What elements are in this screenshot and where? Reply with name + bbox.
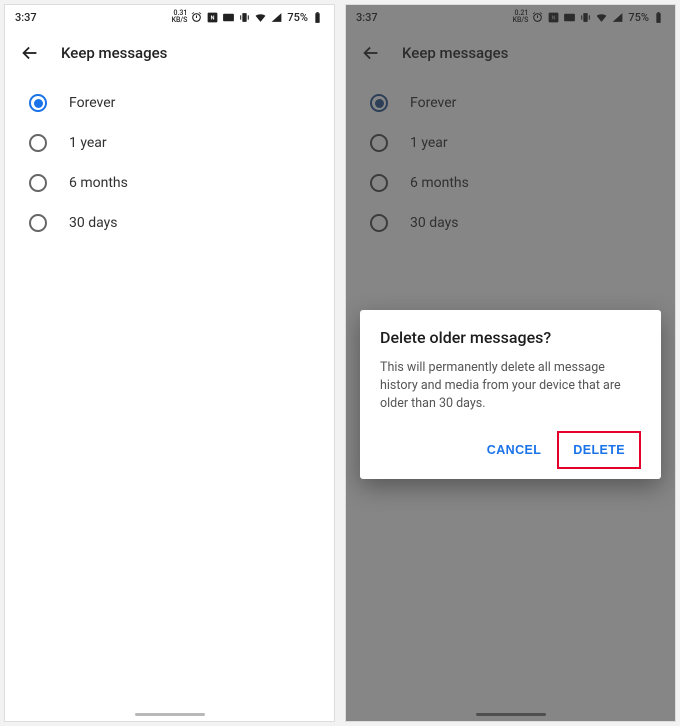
status-time: 3:37: [15, 11, 37, 24]
back-button[interactable]: [19, 42, 41, 64]
option-6-months[interactable]: 6 months: [5, 163, 334, 203]
battery-percent: 75%: [287, 11, 308, 24]
battery-icon: [311, 11, 324, 24]
cancel-button[interactable]: CANCEL: [477, 431, 551, 469]
radio-icon: [29, 134, 47, 152]
option-1-year[interactable]: 1 year: [5, 123, 334, 163]
radio-icon: [29, 94, 47, 112]
phone-left: 3:37 0.31KB/S N 75%: [4, 4, 335, 722]
options-list: Forever 1 year 6 months 30 days: [5, 77, 334, 249]
option-label: 1 year: [69, 135, 107, 151]
signal-icon: [270, 11, 283, 24]
option-label: 30 days: [69, 215, 117, 231]
radio-icon: [29, 174, 47, 192]
alarm-icon: [190, 11, 203, 24]
option-forever[interactable]: Forever: [5, 83, 334, 123]
confirm-dialog: Delete older messages? This will permane…: [360, 310, 661, 479]
dialog-actions: CANCEL DELETE: [380, 431, 641, 469]
page-title: Keep messages: [61, 44, 167, 62]
wifi-icon: [254, 11, 267, 24]
app-bar: Keep messages: [5, 29, 334, 77]
delete-button[interactable]: DELETE: [563, 435, 635, 465]
vibrate-icon: [238, 11, 251, 24]
nav-indicator: [135, 713, 205, 716]
status-bar: 3:37 0.31KB/S N 75%: [5, 5, 334, 29]
phone-right: 3:37 0.21KB/S N 75%: [345, 4, 676, 722]
dialog-body: This will permanently delete all message…: [380, 359, 641, 413]
badge-icon: [222, 11, 235, 24]
option-30-days[interactable]: 30 days: [5, 203, 334, 243]
dialog-title: Delete older messages?: [380, 328, 641, 347]
net-speed: 0.31KB/S: [172, 10, 188, 24]
nfc-icon: N: [206, 11, 219, 24]
svg-text:N: N: [211, 15, 215, 21]
option-label: Forever: [69, 95, 115, 111]
annotation-highlight: DELETE: [557, 431, 641, 469]
option-label: 6 months: [69, 175, 128, 191]
status-icons: 0.31KB/S N 75%: [172, 10, 324, 24]
radio-icon: [29, 214, 47, 232]
